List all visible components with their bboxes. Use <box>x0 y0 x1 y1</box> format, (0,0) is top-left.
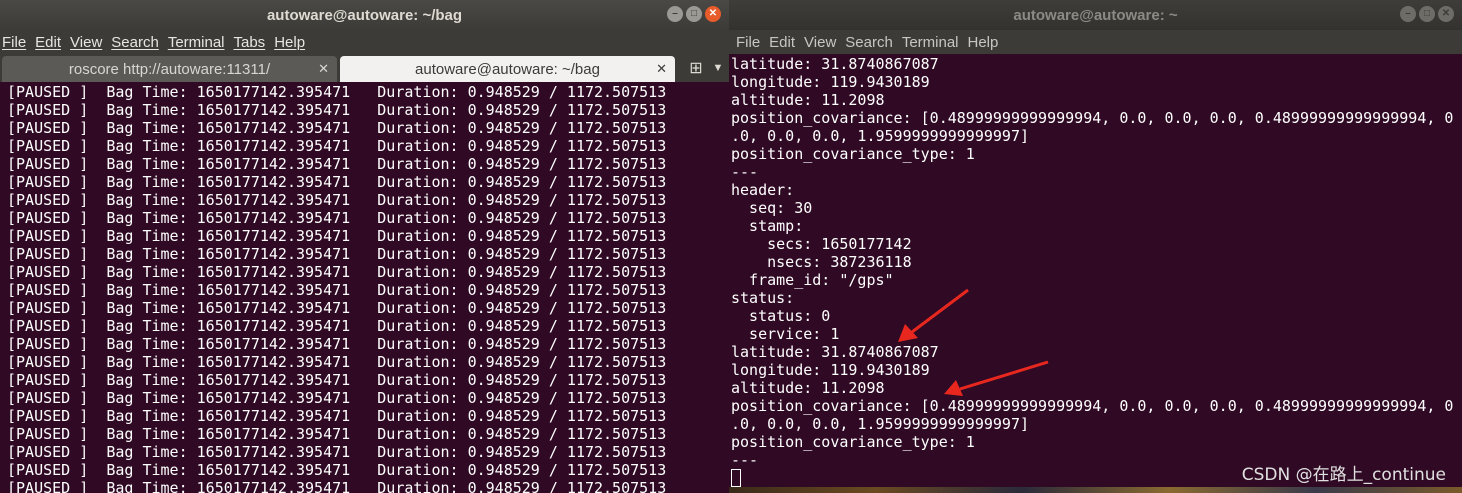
output-line: altitude: 11.2098 <box>731 379 885 397</box>
output-line: seq: 30 <box>731 199 813 217</box>
log-line: [PAUSED ] Bag Time: 1650177142.395471 Du… <box>7 389 667 407</box>
left-terminal-window: autoware@autoware: ~/bag – □ ✕ File Edit… <box>0 0 729 493</box>
log-line: [PAUSED ] Bag Time: 1650177142.395471 Du… <box>7 281 667 299</box>
output-line: service: 1 <box>731 325 840 343</box>
left-window-controls: – □ ✕ <box>667 6 721 22</box>
output-line: frame_id: "/gps" <box>731 271 894 289</box>
output-line: longitude: 119.9430189 <box>731 361 930 379</box>
log-line: [PAUSED ] Bag Time: 1650177142.395471 Du… <box>7 155 667 173</box>
output-line: secs: 1650177142 <box>731 235 912 253</box>
log-line: [PAUSED ] Bag Time: 1650177142.395471 Du… <box>7 461 667 479</box>
tab-bag[interactable]: autoware@autoware: ~/bag ✕ <box>340 56 675 82</box>
output-line: longitude: 119.9430189 <box>731 73 930 91</box>
log-line: [PAUSED ] Bag Time: 1650177142.395471 Du… <box>7 227 667 245</box>
log-line: [PAUSED ] Bag Time: 1650177142.395471 Du… <box>7 317 667 335</box>
tab-bar: roscore http://autoware:11311/ ✕ autowar… <box>0 54 729 82</box>
text-cursor <box>731 469 741 487</box>
output-line: position_covariance: [0.4899999999999999… <box>731 397 1454 415</box>
log-line: [PAUSED ] Bag Time: 1650177142.395471 Du… <box>7 299 667 317</box>
left-terminal-output[interactable]: [PAUSED ] Bag Time: 1650177142.395471 Du… <box>0 82 729 493</box>
right-terminal-window: autoware@autoware: ~ – □ ✕ File Edit Vie… <box>729 0 1462 493</box>
right-menubar: File Edit View Search Terminal Help <box>729 30 1462 54</box>
maximize-icon[interactable]: □ <box>1419 6 1435 22</box>
log-line: [PAUSED ] Bag Time: 1650177142.395471 Du… <box>7 335 667 353</box>
log-line: [PAUSED ] Bag Time: 1650177142.395471 Du… <box>7 83 667 101</box>
menu-help[interactable]: Help <box>968 34 999 51</box>
menu-terminal[interactable]: Terminal <box>902 34 959 51</box>
log-line: [PAUSED ] Bag Time: 1650177142.395471 Du… <box>7 407 667 425</box>
right-window-controls: – □ ✕ <box>1400 6 1454 22</box>
log-line: [PAUSED ] Bag Time: 1650177142.395471 Du… <box>7 137 667 155</box>
log-line: [PAUSED ] Bag Time: 1650177142.395471 Du… <box>7 443 667 461</box>
log-line: [PAUSED ] Bag Time: 1650177142.395471 Du… <box>7 371 667 389</box>
minimize-icon[interactable]: – <box>667 6 683 22</box>
close-icon[interactable]: ✕ <box>705 6 721 22</box>
log-line: [PAUSED ] Bag Time: 1650177142.395471 Du… <box>7 191 667 209</box>
right-terminal-output[interactable]: latitude: 31.8740867087 longitude: 119.94… <box>729 54 1462 493</box>
right-window-titlebar[interactable]: autoware@autoware: ~ – □ ✕ <box>729 0 1462 30</box>
output-line: latitude: 31.8740867087 <box>731 55 939 73</box>
output-line: header: <box>731 181 795 199</box>
left-menubar: File Edit View Search Terminal Tabs Help <box>0 30 729 54</box>
left-window-title: autoware@autoware: ~/bag <box>266 6 463 24</box>
left-window-titlebar[interactable]: autoware@autoware: ~/bag – □ ✕ <box>0 0 729 30</box>
maximize-icon[interactable]: □ <box>686 6 702 22</box>
menu-tabs[interactable]: Tabs <box>234 34 266 51</box>
log-line: [PAUSED ] Bag Time: 1650177142.395471 Du… <box>7 353 667 371</box>
menu-edit[interactable]: Edit <box>35 34 61 51</box>
menu-terminal[interactable]: Terminal <box>168 34 225 51</box>
log-line: [PAUSED ] Bag Time: 1650177142.395471 Du… <box>7 263 667 281</box>
output-line: --- <box>731 163 759 181</box>
tab-roscore[interactable]: roscore http://autoware:11311/ ✕ <box>2 56 337 82</box>
menu-file[interactable]: File <box>736 34 760 51</box>
right-window-title: autoware@autoware: ~ <box>1013 6 1178 24</box>
close-icon[interactable]: ✕ <box>318 61 329 77</box>
log-line: [PAUSED ] Bag Time: 1650177142.395471 Du… <box>7 173 667 191</box>
log-line: [PAUSED ] Bag Time: 1650177142.395471 Du… <box>7 209 667 227</box>
output-line: position_covariance: [0.4899999999999999… <box>731 109 1454 127</box>
tab-bag-label: autoware@autoware: ~/bag <box>415 60 600 78</box>
output-line: nsecs: 387236118 <box>731 253 912 271</box>
output-line: latitude: 31.8740867087 <box>731 343 939 361</box>
output-line: altitude: 11.2098 <box>731 91 885 109</box>
menu-edit[interactable]: Edit <box>769 34 795 51</box>
output-line: position_covariance_type: 1 <box>731 433 975 451</box>
new-tab-icon[interactable]: ⊞ <box>683 54 709 82</box>
log-line: [PAUSED ] Bag Time: 1650177142.395471 Du… <box>7 101 667 119</box>
minimize-icon[interactable]: – <box>1400 6 1416 22</box>
close-icon[interactable]: ✕ <box>656 61 667 77</box>
log-line: [PAUSED ] Bag Time: 1650177142.395471 Du… <box>7 245 667 263</box>
output-line: stamp: <box>731 217 804 235</box>
output-line: position_covariance_type: 1 <box>731 145 975 163</box>
output-line: .0, 0.0, 0.0, 1.9599999999999997] <box>731 415 1030 433</box>
menu-view[interactable]: View <box>70 34 102 51</box>
menu-search[interactable]: Search <box>845 34 893 51</box>
tab-roscore-label: roscore http://autoware:11311/ <box>68 60 271 78</box>
menu-help[interactable]: Help <box>274 34 305 51</box>
chevron-down-icon[interactable]: ▼ <box>709 54 727 82</box>
log-line: [PAUSED ] Bag Time: 1650177142.395471 Du… <box>7 425 667 443</box>
log-line: [PAUSED ] Bag Time: 1650177142.395471 Du… <box>7 479 667 493</box>
menu-view[interactable]: View <box>804 34 836 51</box>
desktop-background-strip <box>729 487 1462 493</box>
watermark: CSDN @在路上_continue <box>1241 465 1446 485</box>
menu-search[interactable]: Search <box>111 34 159 51</box>
output-line: status: <box>731 289 795 307</box>
output-line: status: 0 <box>731 307 831 325</box>
output-line: .0, 0.0, 0.0, 1.9599999999999997] <box>731 127 1030 145</box>
log-line: [PAUSED ] Bag Time: 1650177142.395471 Du… <box>7 119 667 137</box>
menu-file[interactable]: File <box>2 34 26 51</box>
close-icon[interactable]: ✕ <box>1438 6 1454 22</box>
